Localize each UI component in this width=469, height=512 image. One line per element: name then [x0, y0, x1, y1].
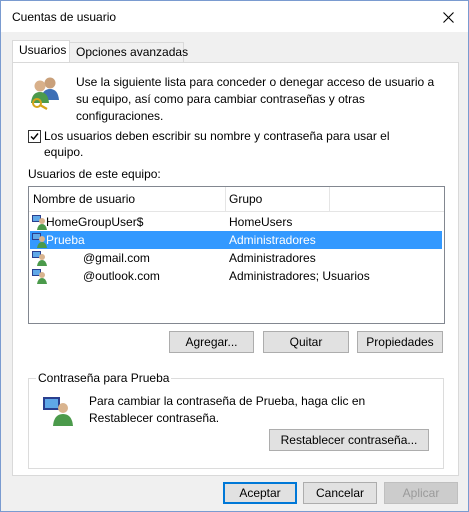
users-list[interactable]: Nombre de usuario Grupo HomeGroupUser$ H… [28, 186, 445, 324]
column-separator [329, 187, 330, 211]
user-group: Administradores [229, 251, 316, 265]
properties-button[interactable]: Propiedades [357, 331, 443, 353]
cancel-button[interactable]: Cancelar [303, 482, 377, 504]
ok-button[interactable]: Aceptar [223, 482, 297, 504]
tab-users[interactable]: Usuarios [12, 40, 70, 62]
user-group: HomeUsers [229, 215, 293, 229]
user-name: Prueba [46, 233, 85, 247]
tab-strip: Usuarios Opciones avanzadas [12, 40, 457, 62]
apply-button[interactable]: Aplicar [384, 482, 458, 504]
close-icon [442, 11, 454, 23]
require-password-checkbox[interactable] [28, 130, 41, 143]
user-password-icon [43, 397, 73, 426]
require-password-label: Los usuarios deben escribir su nombre y … [44, 129, 390, 159]
password-group: Contraseña para Prueba Para cambiar la c… [28, 371, 444, 469]
column-header-username[interactable]: Nombre de usuario [33, 192, 135, 206]
tab-advanced-options[interactable]: Opciones avanzadas [69, 42, 188, 62]
users-list-label: Usuarios de este equipo: [28, 167, 161, 181]
user-group: Administradores [229, 233, 316, 247]
user-icon [32, 251, 47, 266]
reset-password-button[interactable]: Restablecer contraseña... [269, 429, 429, 451]
user-accounts-dialog: Cuentas de usuario Usuarios Opciones ava… [0, 0, 469, 512]
window-title: Cuentas de usuario [12, 10, 117, 24]
users-tab-panel: Use la siguiente lista para conceder o d… [12, 62, 459, 476]
info-text: Use la siguiente lista para conceder o d… [76, 75, 435, 123]
list-item[interactable]: @outlook.com Administradores; Usuarios [30, 267, 442, 285]
password-group-title: Contraseña para Prueba [36, 371, 172, 385]
close-button[interactable] [438, 7, 458, 27]
password-info-text: Para cambiar la contraseña de Prueba, ha… [89, 394, 366, 425]
column-header-group[interactable]: Grupo [229, 192, 262, 206]
user-name: HomeGroupUser$ [46, 215, 144, 229]
users-keys-icon [31, 77, 59, 110]
user-group: Administradores; Usuarios [229, 269, 370, 283]
require-password-row: Los usuarios deben escribir su nombre y … [28, 128, 428, 160]
list-item[interactable]: HomeGroupUser$ HomeUsers [30, 213, 442, 231]
checkmark-icon [30, 133, 39, 141]
list-item[interactable]: Prueba Administradores [30, 231, 442, 249]
remove-button[interactable]: Quitar [263, 331, 349, 353]
list-item[interactable]: @gmail.com Administradores [30, 249, 442, 267]
list-header: Nombre de usuario Grupo [29, 187, 444, 212]
user-icon [32, 269, 47, 284]
title-bar: Cuentas de usuario [1, 1, 468, 32]
column-separator [225, 187, 226, 211]
user-name: @gmail.com [83, 251, 150, 265]
user-name: @outlook.com [83, 269, 160, 283]
add-button[interactable]: Agregar... [169, 331, 254, 353]
